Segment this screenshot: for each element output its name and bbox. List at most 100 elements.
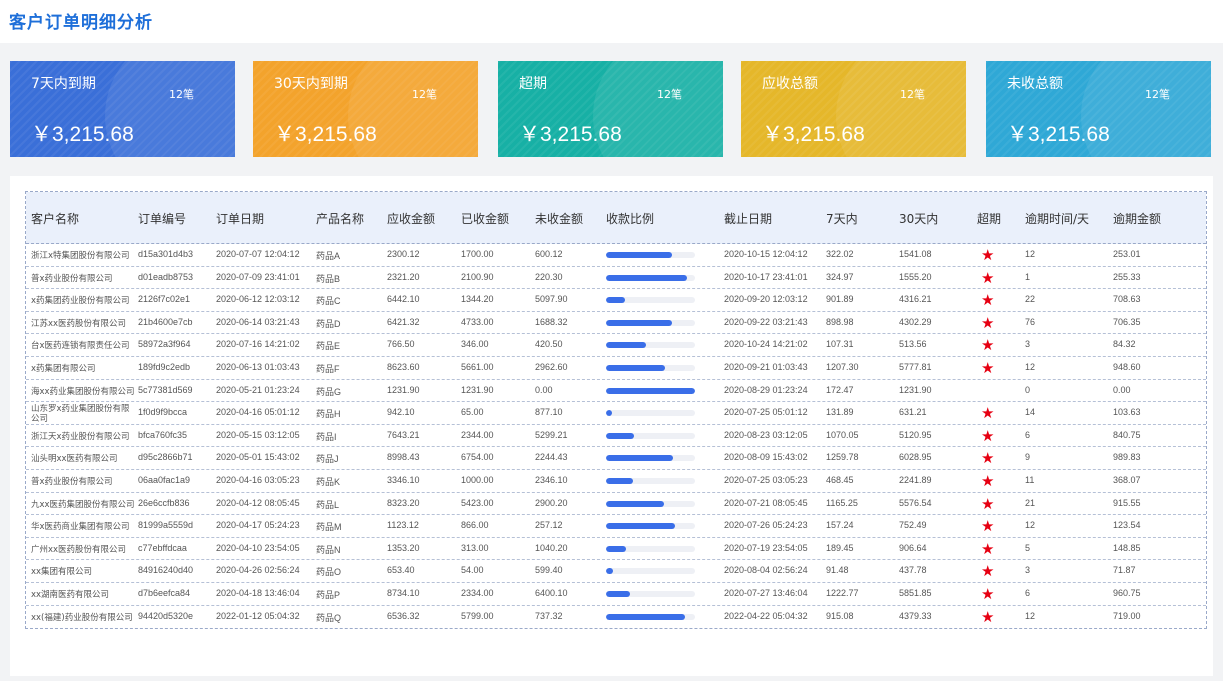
table-row[interactable]: 普x药业股份有限公司 d01eadb8753 2020-07-09 23:41:01… (26, 267, 1206, 290)
cell-received: 6754.00 (461, 452, 494, 463)
column-header[interactable]: 逾期时间/天 (1025, 210, 1089, 227)
table-row[interactable]: 广州xx医药股份有限公司 c77ebffdcaa 2020-04-10 23:54:… (26, 538, 1206, 561)
card-amount: ￥3,215.68 (762, 123, 865, 146)
table-row[interactable]: 江苏xx医药股份有限公司 21b4600e7cb 2020-06-14 03:21:… (26, 312, 1206, 335)
cell-d7: 898.98 (826, 316, 854, 327)
column-header[interactable]: 截止日期 (724, 210, 772, 227)
table-row[interactable]: xx集团有限公司 84916240d40 2020-04-26 02:56:24 药品… (26, 560, 1206, 583)
summary-card[interactable]: 超期 12笔 ￥3,215.68 (498, 61, 723, 157)
table-row[interactable]: 九xx医药集团股份有限公司 26e6ccfb836 2020-04-12 08:05… (26, 493, 1206, 516)
collection-ratio-bar (606, 477, 695, 484)
cell-unreceived: 257.12 (535, 520, 563, 531)
collection-ratio-fill (606, 545, 627, 552)
column-header[interactable]: 收款比例 (606, 210, 654, 227)
cell-deadline: 2020-08-23 03:12:05 (724, 429, 808, 440)
cell-order-no: 06aa0fac1a9 (138, 474, 191, 485)
cell-customer: 普x药业股份有限公司 (31, 273, 113, 284)
overdue-star-icon: ★ (981, 404, 995, 423)
cell-received: 5661.00 (461, 361, 494, 372)
cell-d7: 324.97 (826, 271, 854, 282)
cell-d30: 5576.54 (899, 497, 932, 508)
card-title: 超期 (519, 76, 547, 92)
cell-unreceived: 220.30 (535, 271, 563, 282)
cell-overdue-days: 76 (1025, 316, 1036, 327)
cell-product: 药品D (316, 318, 341, 329)
overdue-star-icon: ★ (981, 584, 995, 603)
cell-d7: 157.24 (826, 520, 854, 531)
cell-overdue-amount: 148.85 (1113, 542, 1141, 553)
summary-card[interactable]: 7天内到期 12笔 ￥3,215.68 (10, 61, 235, 157)
summary-card[interactable]: 30天内到期 12笔 ￥3,215.68 (253, 61, 478, 157)
cell-order-date: 2020-04-26 02:56:24 (216, 565, 300, 576)
table-row[interactable]: 海xx药业集团股份有限公司 5c77381d569 2020-05-21 01:23… (26, 380, 1206, 403)
cell-customer: x药集团有限公司 (31, 363, 96, 374)
overdue-star-icon: ★ (981, 246, 995, 264)
cell-d7: 1259.78 (826, 452, 859, 463)
collection-ratio-fill (606, 252, 672, 258)
cell-overdue-days: 6 (1025, 587, 1031, 598)
table-row[interactable]: x药集团药业股份有限公司 2126f7c02e1 2020-06-12 12:03:… (26, 289, 1206, 312)
cell-deadline: 2020-09-21 01:03:43 (724, 361, 808, 372)
cell-deadline: 2020-07-25 05:01:12 (724, 407, 808, 418)
cell-receivable: 2321.20 (387, 271, 420, 282)
column-header[interactable]: 7天内 (826, 210, 858, 227)
cell-received: 1231.90 (461, 384, 494, 395)
cell-overdue-amount: 948.60 (1113, 361, 1141, 372)
cell-customer: 海xx药业集团股份有限公司 (31, 386, 135, 397)
table-row[interactable]: 山东罗x药业集团股份有限公司 1f0d9f9bcca 2020-04-16 05:0… (26, 402, 1206, 425)
table-row[interactable]: x药集团有限公司 189fd9c2edb 2020-06-13 01:03:43 药品… (26, 357, 1206, 380)
cell-d30: 4316.21 (899, 294, 932, 305)
overdue-star-icon: ★ (981, 291, 995, 310)
cell-product: 药品F (316, 363, 340, 374)
column-header[interactable]: 应收金额 (387, 210, 435, 227)
summary-card[interactable]: 未收总额 12笔 ￥3,215.68 (986, 61, 1211, 157)
summary-card[interactable]: 应收总额 12笔 ￥3,215.68 (741, 61, 966, 157)
cell-deadline: 2020-07-21 08:05:45 (724, 497, 808, 508)
cell-deadline: 2020-07-26 05:24:23 (724, 520, 808, 531)
collection-ratio-bar (606, 523, 695, 530)
cell-product: 药品Q (316, 612, 342, 623)
cell-overdue-days: 12 (1025, 249, 1036, 259)
table-row[interactable]: 浙江天x药业股份有限公司 bfca760fc35 2020-05-15 03:12:… (26, 425, 1206, 448)
cell-d30: 752.49 (899, 520, 927, 531)
column-header[interactable]: 未收金额 (535, 210, 583, 227)
card-count: 12笔 (169, 88, 194, 101)
column-header[interactable]: 已收金额 (461, 210, 509, 227)
collection-ratio-bar (606, 613, 695, 620)
table-row[interactable]: xx(福建)药业股份有限公司 94420d5320e 2022-01-12 05:0… (26, 606, 1206, 629)
collection-ratio-bar (606, 500, 695, 507)
table-row[interactable]: 汕头明xx医药有限公司 d95c2866b71 2020-05-01 15:43:0… (26, 447, 1206, 470)
table-row[interactable]: xx湖南医药有限公司 d7b6eefca84 2020-04-18 13:46:04… (26, 583, 1206, 606)
collection-ratio-bar (606, 545, 695, 552)
cell-overdue-days: 3 (1025, 565, 1031, 576)
cell-order-no: 189fd9c2edb (138, 361, 191, 372)
table-row[interactable]: 台x医药连锁有限责任公司 58972a3f964 2020-07-16 14:21:… (26, 334, 1206, 357)
cell-d7: 901.89 (826, 294, 854, 305)
cell-order-date: 2020-06-12 12:03:12 (216, 294, 300, 305)
collection-ratio-fill (606, 274, 687, 281)
column-header[interactable]: 超期 (977, 210, 1001, 227)
column-header[interactable]: 逾期金额 (1113, 210, 1161, 227)
cell-product: 药品K (316, 476, 341, 487)
cell-deadline: 2020-10-24 14:21:02 (724, 339, 808, 350)
overdue-star-icon: ★ (981, 471, 995, 490)
cell-order-date: 2020-05-21 01:23:24 (216, 384, 300, 395)
cell-order-date: 2020-04-18 13:46:04 (216, 587, 300, 598)
column-header[interactable]: 30天内 (899, 210, 938, 227)
card-amount: ￥3,215.68 (274, 123, 377, 146)
cell-receivable: 3346.10 (387, 474, 420, 485)
column-header[interactable]: 产品名称 (316, 210, 364, 227)
cell-d30: 2241.89 (899, 474, 932, 485)
table-row[interactable]: 浙江x特集团股份有限公司 d15a301d4b3 2020-07-07 12:04:… (26, 244, 1206, 267)
cell-receivable: 653.40 (387, 565, 415, 576)
cell-order-no: 81999a5559d (138, 520, 194, 531)
cell-received: 866.00 (461, 520, 489, 531)
column-header[interactable]: 订单编号 (138, 210, 186, 227)
cell-unreceived: 420.50 (535, 339, 563, 350)
cell-unreceived: 737.32 (535, 610, 563, 621)
column-header[interactable]: 客户名称 (31, 210, 79, 227)
cell-product: 药品L (316, 499, 340, 510)
column-header[interactable]: 订单日期 (216, 210, 264, 227)
table-row[interactable]: 普x药业股份有限公司 06aa0fac1a9 2020-04-16 03:05:23… (26, 470, 1206, 493)
table-row[interactable]: 华x医药商业集团有限公司 81999a5559d 2020-04-17 05:24:… (26, 515, 1206, 538)
